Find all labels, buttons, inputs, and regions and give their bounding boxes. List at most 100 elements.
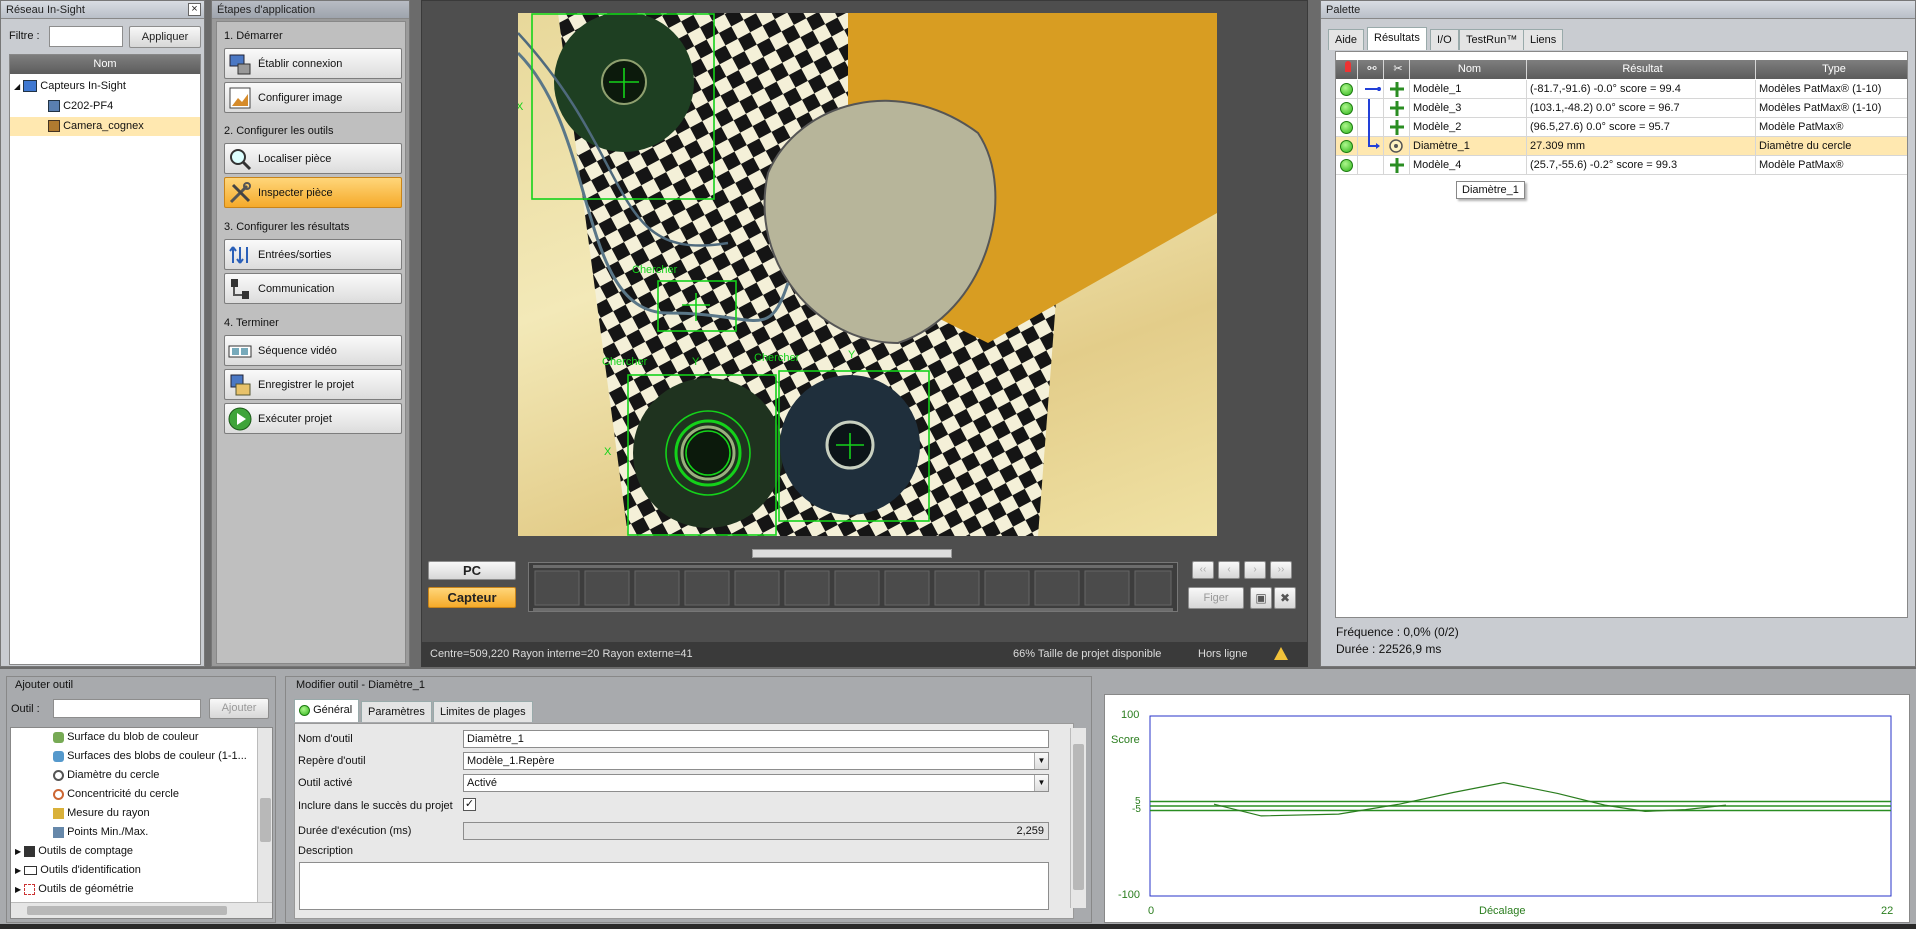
filter-label: Filtre : bbox=[9, 30, 40, 42]
prev-frame-button[interactable]: ‹ bbox=[1218, 561, 1240, 579]
row-type: Modèle PatMax® bbox=[1759, 159, 1844, 171]
network-item-camera-cognex[interactable]: Camera_cognex bbox=[10, 117, 200, 136]
description-field[interactable] bbox=[299, 862, 1049, 910]
scroll-thumb[interactable] bbox=[1073, 744, 1084, 890]
tab-help[interactable]: Aide bbox=[1328, 29, 1365, 50]
exec-time-label: Durée d'exécution (ms) bbox=[298, 825, 412, 837]
first-frame-button[interactable]: ‹‹ bbox=[1192, 561, 1214, 579]
network-item-c202[interactable]: C202-PF4 bbox=[48, 97, 113, 116]
close-icon[interactable]: × bbox=[188, 3, 201, 16]
tool-item-minmax[interactable]: Points Min./Max. bbox=[53, 823, 148, 842]
pc-button[interactable]: PC bbox=[428, 561, 516, 580]
expand-icon[interactable]: ◢ bbox=[14, 82, 20, 91]
tab-range-limits[interactable]: Limites de plages bbox=[433, 701, 533, 722]
table-row[interactable]: Modèle_3 (103.1,-48.2) 0.0° score = 96.7… bbox=[1336, 99, 1907, 118]
connect-button[interactable]: Établir connexion bbox=[224, 48, 402, 79]
warning-icon[interactable] bbox=[1274, 647, 1288, 660]
chevron-down-icon[interactable]: ▼ bbox=[1034, 753, 1048, 769]
tool-item-circle-diameter[interactable]: Diamètre du cercle bbox=[53, 766, 159, 785]
table-row[interactable]: Modèle_1 (-81.7,-91.6) -0.0° score = 99.… bbox=[1336, 80, 1907, 99]
concentricity-icon bbox=[53, 788, 64, 800]
scroll-thumb[interactable] bbox=[260, 798, 271, 842]
chevron-down-icon[interactable]: ▼ bbox=[1034, 775, 1048, 791]
expand-icon[interactable]: ▶ bbox=[15, 847, 21, 856]
expand-icon[interactable]: ▶ bbox=[15, 885, 21, 894]
include-success-label: Inclure dans le succès du projet bbox=[298, 800, 453, 812]
last-frame-button[interactable]: ›› bbox=[1270, 561, 1292, 579]
row-link bbox=[1358, 118, 1384, 137]
tool-name-field[interactable]: Diamètre_1 bbox=[463, 730, 1049, 748]
communication-button[interactable]: Communication bbox=[224, 273, 402, 304]
tab-parameters[interactable]: Paramètres bbox=[361, 701, 432, 722]
tool-tree-scrollbar[interactable] bbox=[257, 728, 272, 902]
tool-item-radius[interactable]: Mesure du rayon bbox=[53, 804, 150, 823]
tab-general[interactable]: Général bbox=[294, 699, 360, 722]
hscroll-thumb[interactable] bbox=[27, 906, 227, 915]
row-link bbox=[1358, 156, 1384, 175]
tool-enabled-select[interactable]: Activé ▼ bbox=[463, 774, 1049, 792]
tool-search-input[interactable] bbox=[53, 699, 201, 718]
io-button[interactable]: Entrées/sorties bbox=[224, 239, 402, 270]
tools-column-icon[interactable]: ✂ bbox=[1384, 60, 1410, 79]
overlay-find-label: Chercher bbox=[754, 352, 800, 364]
locate-part-button[interactable]: Localiser pièce bbox=[224, 143, 402, 174]
include-success-checkbox[interactable]: ✓ bbox=[463, 798, 476, 811]
row-tool-icon bbox=[1384, 137, 1410, 156]
save-project-button-label: Enregistrer le projet bbox=[258, 378, 354, 391]
network-column-header[interactable]: Nom bbox=[10, 55, 200, 74]
filmstrip-scroll[interactable] bbox=[752, 549, 952, 558]
row-status bbox=[1336, 99, 1358, 118]
expand-icon[interactable]: ▶ bbox=[15, 866, 21, 875]
tab-links[interactable]: Liens bbox=[1523, 29, 1564, 50]
tool-item-color-blobs[interactable]: Surfaces des blobs de couleur (1-1... bbox=[53, 747, 247, 766]
inspect-part-button[interactable]: Inspecter pièce bbox=[224, 177, 402, 208]
freeze-button[interactable]: Figer bbox=[1188, 587, 1244, 609]
tool-frame-select[interactable]: Modèle_1.Repère ▼ bbox=[463, 752, 1049, 770]
link-column-icon[interactable]: ⚯ bbox=[1358, 60, 1384, 79]
tab-testrun[interactable]: TestRun™ bbox=[1459, 29, 1525, 50]
save-project-button[interactable]: Enregistrer le projet bbox=[224, 369, 402, 400]
bottom-strip bbox=[0, 924, 1916, 929]
tab-io[interactable]: I/O bbox=[1430, 29, 1459, 50]
row-tool-icon bbox=[1384, 99, 1410, 118]
apply-button[interactable]: Appliquer bbox=[129, 26, 201, 48]
add-tool-button[interactable]: Ajouter bbox=[209, 698, 269, 719]
row-type: Modèles PatMax® (1-10) bbox=[1759, 83, 1882, 95]
tool-item-color-blob-area[interactable]: Surface du blob de couleur bbox=[53, 728, 199, 747]
column-name[interactable]: Nom bbox=[1410, 60, 1527, 79]
video-sequence-button[interactable]: Séquence vidéo bbox=[224, 335, 402, 366]
table-row[interactable]: Modèle_4 (25.7,-55.6) -0.2° score = 99.3… bbox=[1336, 156, 1907, 175]
tool-group-geometry[interactable]: ▶ Outils de géométrie bbox=[15, 880, 134, 899]
edit-form-scrollbar[interactable] bbox=[1070, 728, 1086, 908]
filter-input[interactable] bbox=[49, 26, 123, 47]
network-item-label: Camera_cognex bbox=[63, 120, 144, 132]
run-project-button[interactable]: Exécuter projet bbox=[224, 403, 402, 434]
tool-group-counting[interactable]: ▶ Outils de comptage bbox=[15, 842, 133, 861]
table-row[interactable]: Modèle_2 (96.5,27.6) 0.0° score = 95.7 M… bbox=[1336, 118, 1907, 137]
table-row[interactable]: Diamètre_1 27.309 mm Diamètre du cercle bbox=[1336, 137, 1907, 156]
tool-frame-label: Repère d'outil bbox=[298, 755, 366, 767]
save-icon bbox=[226, 371, 254, 399]
tool-item-circle-concentricity[interactable]: Concentricité du cercle bbox=[53, 785, 179, 804]
row-type: Diamètre du cercle bbox=[1759, 140, 1852, 152]
tool-group-identification[interactable]: ▶ Outils d'identification bbox=[15, 861, 141, 880]
clear-icon[interactable]: ✖ bbox=[1274, 587, 1296, 609]
pass-icon bbox=[1340, 82, 1353, 96]
row-result: (103.1,-48.2) 0.0° score = 96.7 bbox=[1527, 99, 1756, 118]
filmstrip[interactable] bbox=[528, 562, 1178, 612]
column-result[interactable]: Résultat bbox=[1527, 60, 1756, 79]
configure-image-button[interactable]: Configurer image bbox=[224, 82, 402, 113]
tab-results[interactable]: Résultats bbox=[1367, 27, 1427, 50]
tool-tree-hscrollbar[interactable] bbox=[11, 902, 272, 918]
palette-tabs: Aide Résultats I/O TestRun™ Liens bbox=[1328, 27, 1908, 51]
next-frame-button[interactable]: › bbox=[1244, 561, 1266, 579]
snapshot-icon[interactable]: ▣ bbox=[1250, 587, 1272, 609]
tools-icon bbox=[226, 179, 254, 207]
sensor-button[interactable]: Capteur bbox=[428, 587, 516, 608]
overlay-y-label: Y bbox=[848, 349, 856, 361]
status-column-icon[interactable] bbox=[1336, 60, 1358, 79]
exec-time-field: 2,259 bbox=[463, 822, 1049, 840]
network-root[interactable]: ◢ Capteurs In-Sight bbox=[14, 77, 126, 96]
column-type[interactable]: Type bbox=[1756, 60, 1909, 79]
camera-image[interactable]: Chercher Chercher Chercher X Y Y X bbox=[518, 13, 1217, 536]
